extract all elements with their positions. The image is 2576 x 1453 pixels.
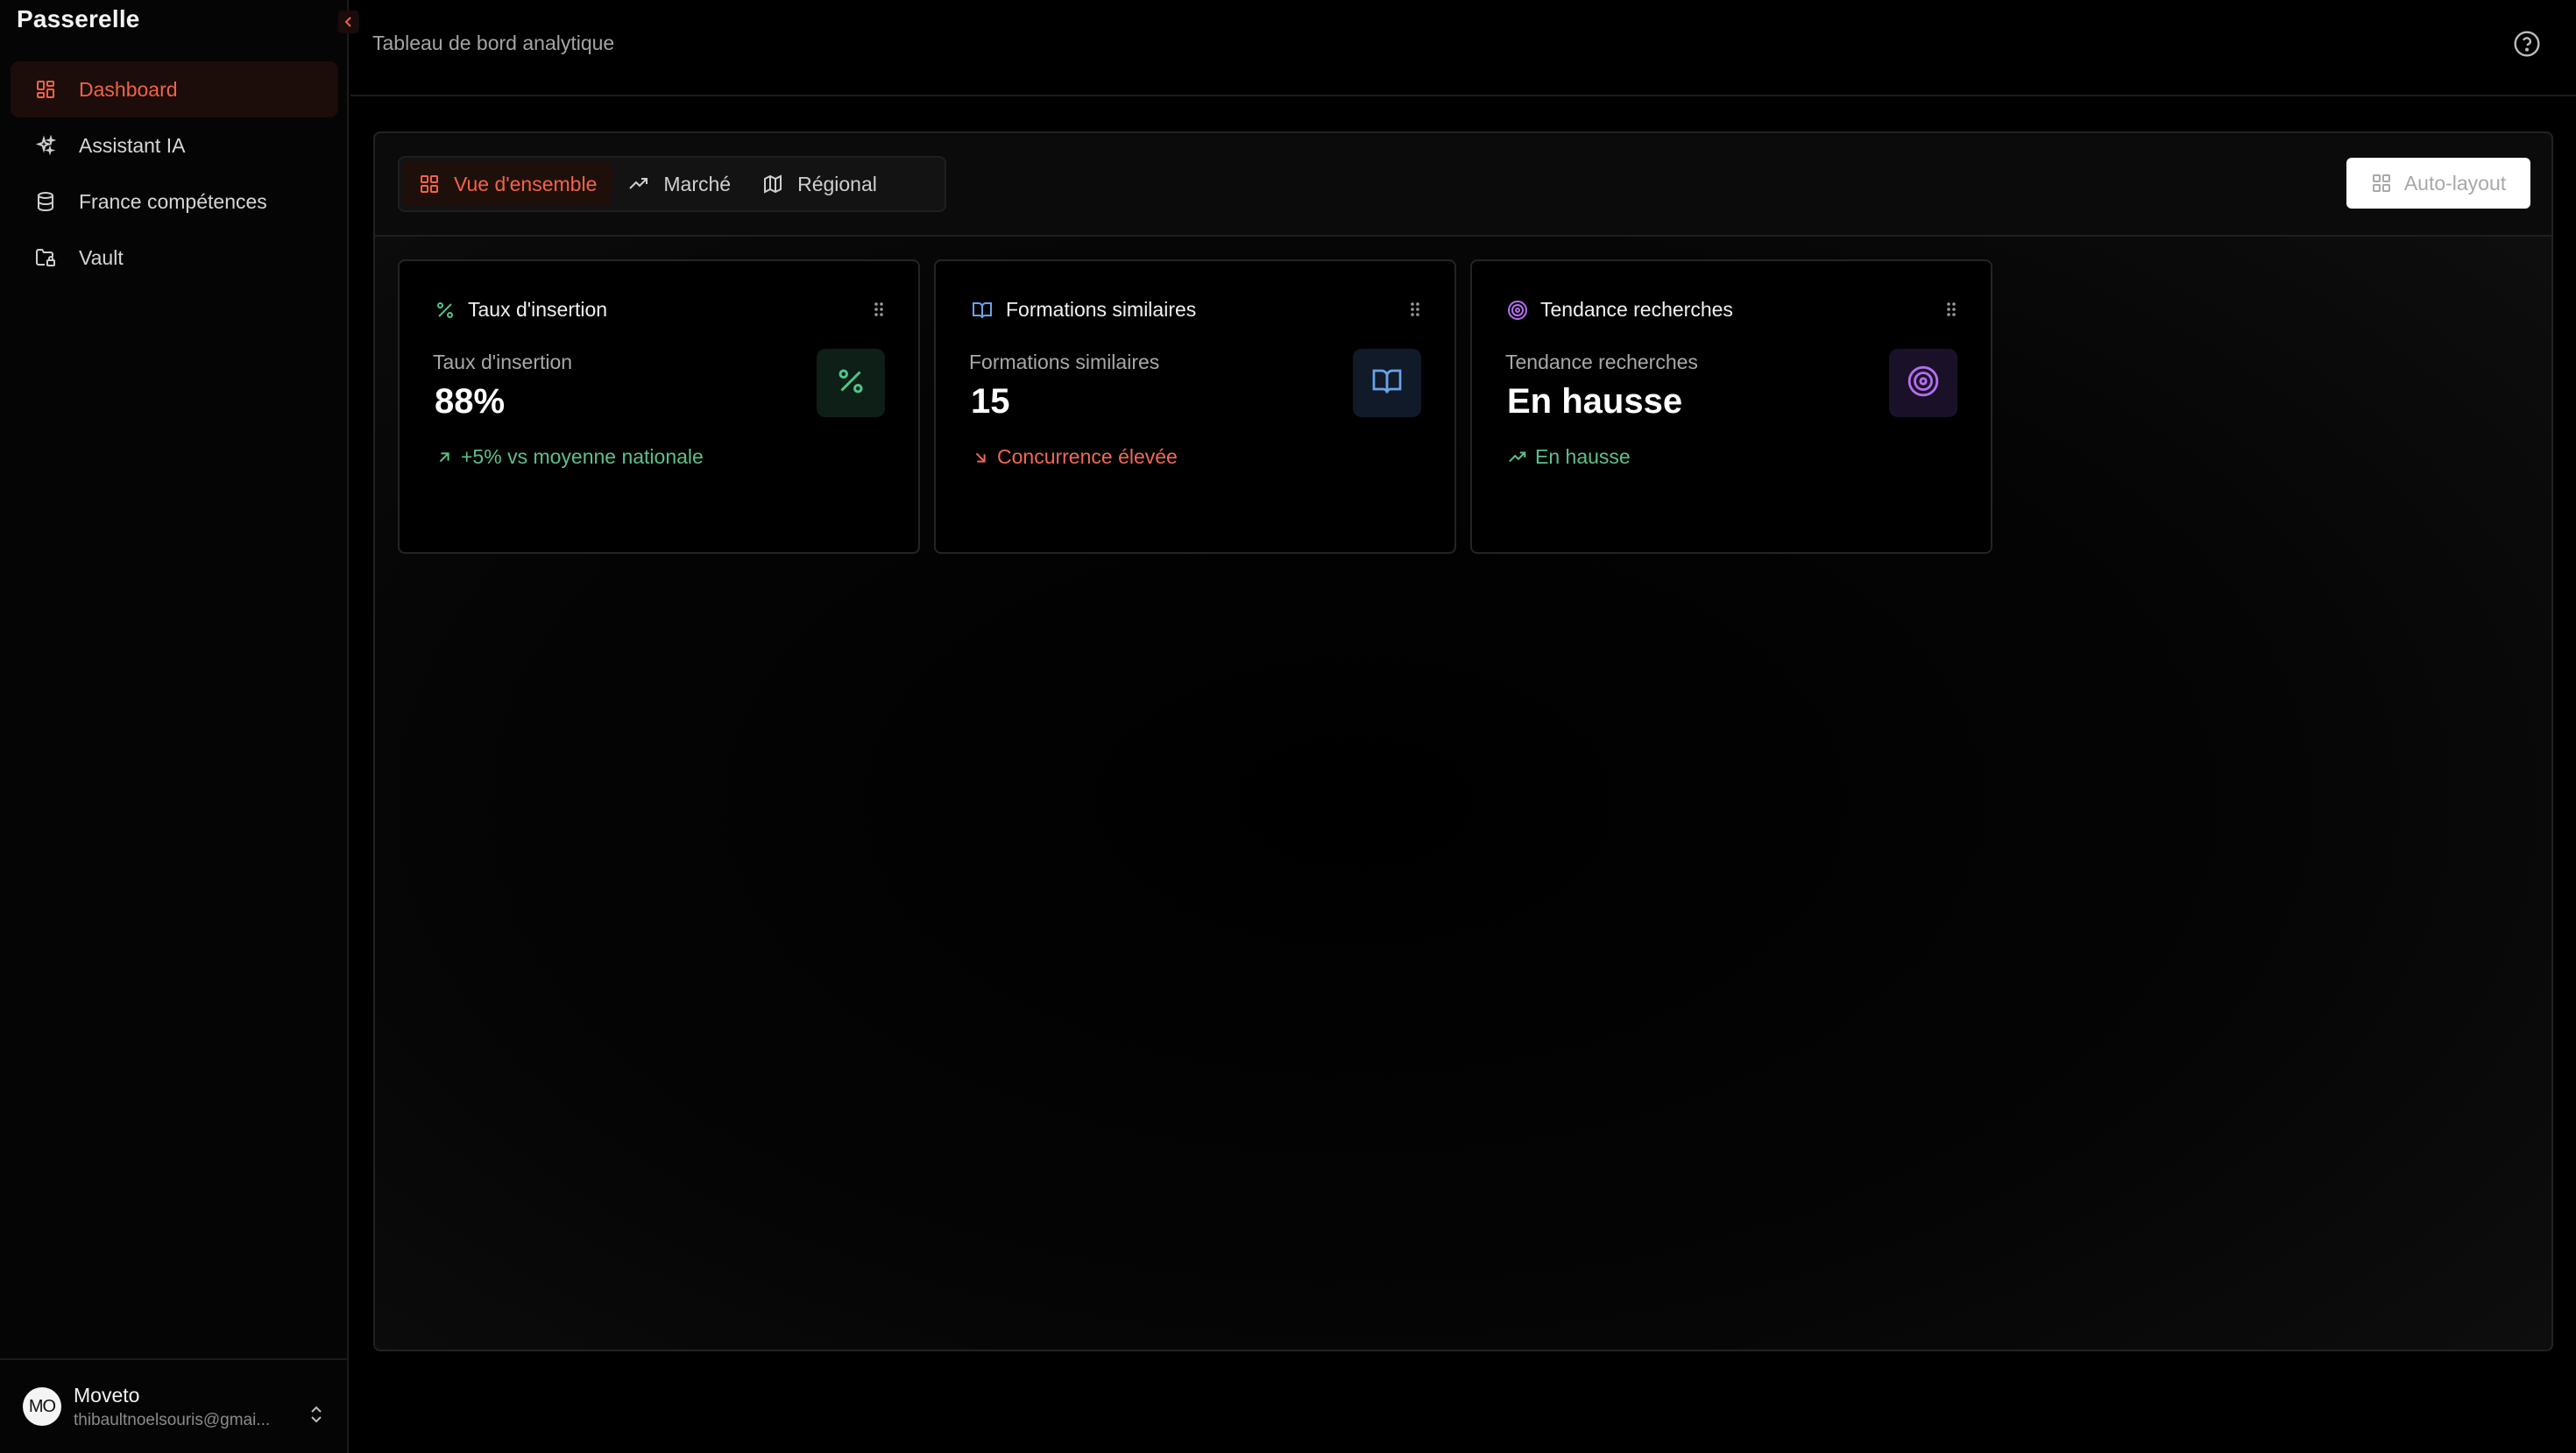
user-name: Moveto bbox=[74, 1383, 140, 1407]
card-taux-insertion[interactable]: Taux d'insertion Taux d'insertion 88% +5… bbox=[398, 259, 920, 554]
layout-grid-icon bbox=[419, 174, 440, 195]
metric-trend: Concurrence élevée bbox=[971, 445, 1178, 469]
card-header: Tendance recherches bbox=[1507, 298, 1733, 322]
arrow-down-right-icon bbox=[971, 448, 990, 467]
drag-handle-icon[interactable] bbox=[1945, 300, 1957, 323]
card-title: Formations similaires bbox=[1006, 298, 1197, 321]
user-email: thibaultnoelsouris@gmai... bbox=[74, 1410, 271, 1429]
metric-badge bbox=[1353, 349, 1421, 417]
metric-value: En hausse bbox=[1507, 382, 1683, 421]
chevrons-up-down-icon[interactable] bbox=[308, 1404, 324, 1429]
auto-layout-label: Auto-layout bbox=[2403, 171, 2507, 195]
sidebar-item-dashboard[interactable]: Dashboard bbox=[11, 61, 338, 117]
sidebar: Passerelle Dashboard Assistant IA France… bbox=[0, 0, 359, 1453]
user-info: Moveto thibaultnoelsouris@gmai... bbox=[74, 1384, 293, 1430]
dashboard-panel: Vue d'ensemble Marché Régional Auto-layo… bbox=[373, 131, 2553, 1351]
metric-badge bbox=[817, 349, 885, 417]
dashboard-grid-icon bbox=[33, 77, 58, 102]
layout-grid-icon bbox=[2371, 173, 2392, 194]
metric-label: Formations similaires bbox=[969, 351, 1160, 373]
book-open-icon bbox=[1370, 365, 1404, 401]
metric-value: 88% bbox=[435, 382, 506, 421]
card-title: Tendance recherches bbox=[1540, 298, 1733, 321]
metric-label: Taux d'insertion bbox=[433, 351, 573, 373]
trending-up-icon bbox=[628, 174, 649, 195]
percent-icon bbox=[835, 365, 867, 401]
sidebar-nav: Dashboard Assistant IA France compétence… bbox=[11, 61, 338, 286]
brand-name: Passerelle bbox=[17, 5, 140, 32]
avatar: MO bbox=[23, 1387, 61, 1426]
card-header: Taux d'insertion bbox=[435, 298, 607, 322]
dashboard-toolbar: Vue d'ensemble Marché Régional Auto-layo… bbox=[375, 133, 2551, 237]
trend-text: +5% vs moyenne nationale bbox=[461, 445, 704, 468]
trending-up-icon bbox=[1507, 448, 1528, 467]
sidebar-item-label: Dashboard bbox=[79, 77, 178, 101]
book-open-icon bbox=[971, 300, 994, 321]
card-header: Formations similaires bbox=[971, 298, 1196, 322]
metric-trend: +5% vs moyenne nationale bbox=[435, 445, 704, 469]
target-icon bbox=[1507, 300, 1528, 321]
drag-handle-icon[interactable] bbox=[873, 300, 885, 323]
sidebar-item-vault[interactable]: Vault bbox=[11, 230, 338, 286]
metric-value: 15 bbox=[971, 382, 1010, 421]
tab-label: Régional bbox=[797, 172, 877, 195]
percent-icon bbox=[435, 300, 456, 321]
user-menu[interactable]: MO Moveto thibaultnoelsouris@gmai... bbox=[0, 1358, 349, 1453]
card-formations-similaires[interactable]: Formations similaires Formations similai… bbox=[934, 259, 1456, 554]
tab-label: Marché bbox=[663, 172, 732, 195]
sidebar-item-france-competences[interactable]: France compétences bbox=[11, 174, 338, 230]
tab-label: Vue d'ensemble bbox=[454, 172, 598, 195]
page-title: Tableau de bord analytique bbox=[372, 32, 615, 54]
drag-handle-icon[interactable] bbox=[1409, 300, 1421, 323]
metric-badge bbox=[1889, 349, 1957, 417]
top-header: Tableau de bord analytique bbox=[350, 0, 2576, 96]
help-circle-icon[interactable] bbox=[2513, 30, 2541, 62]
sidebar-item-label: Assistant IA bbox=[79, 133, 186, 157]
sidebar-item-assistant-ia[interactable]: Assistant IA bbox=[11, 117, 338, 174]
auto-layout-button[interactable]: Auto-layout bbox=[2346, 158, 2530, 209]
tab-vue-ensemble[interactable]: Vue d'ensemble bbox=[403, 162, 613, 206]
database-icon bbox=[33, 189, 58, 214]
metric-trend: En hausse bbox=[1507, 445, 1631, 469]
arrow-up-right-icon bbox=[435, 448, 454, 467]
trend-text: Concurrence élevée bbox=[997, 445, 1178, 468]
sidebar-item-label: Vault bbox=[79, 245, 124, 269]
sidebar-item-label: France compétences bbox=[79, 189, 267, 213]
target-icon bbox=[1907, 365, 1940, 402]
tab-marche[interactable]: Marché bbox=[612, 162, 747, 206]
sparkles-icon bbox=[33, 133, 58, 158]
view-tabs: Vue d'ensemble Marché Régional bbox=[398, 156, 946, 212]
tab-regional[interactable]: Régional bbox=[747, 162, 893, 206]
card-title: Taux d'insertion bbox=[468, 298, 608, 321]
folder-lock-icon bbox=[33, 245, 58, 270]
trend-text: En hausse bbox=[1535, 445, 1631, 468]
metric-label: Tendance recherches bbox=[1505, 351, 1698, 373]
card-tendance-recherches[interactable]: Tendance recherches Tendance recherches … bbox=[1470, 259, 1992, 554]
map-icon bbox=[762, 174, 783, 195]
